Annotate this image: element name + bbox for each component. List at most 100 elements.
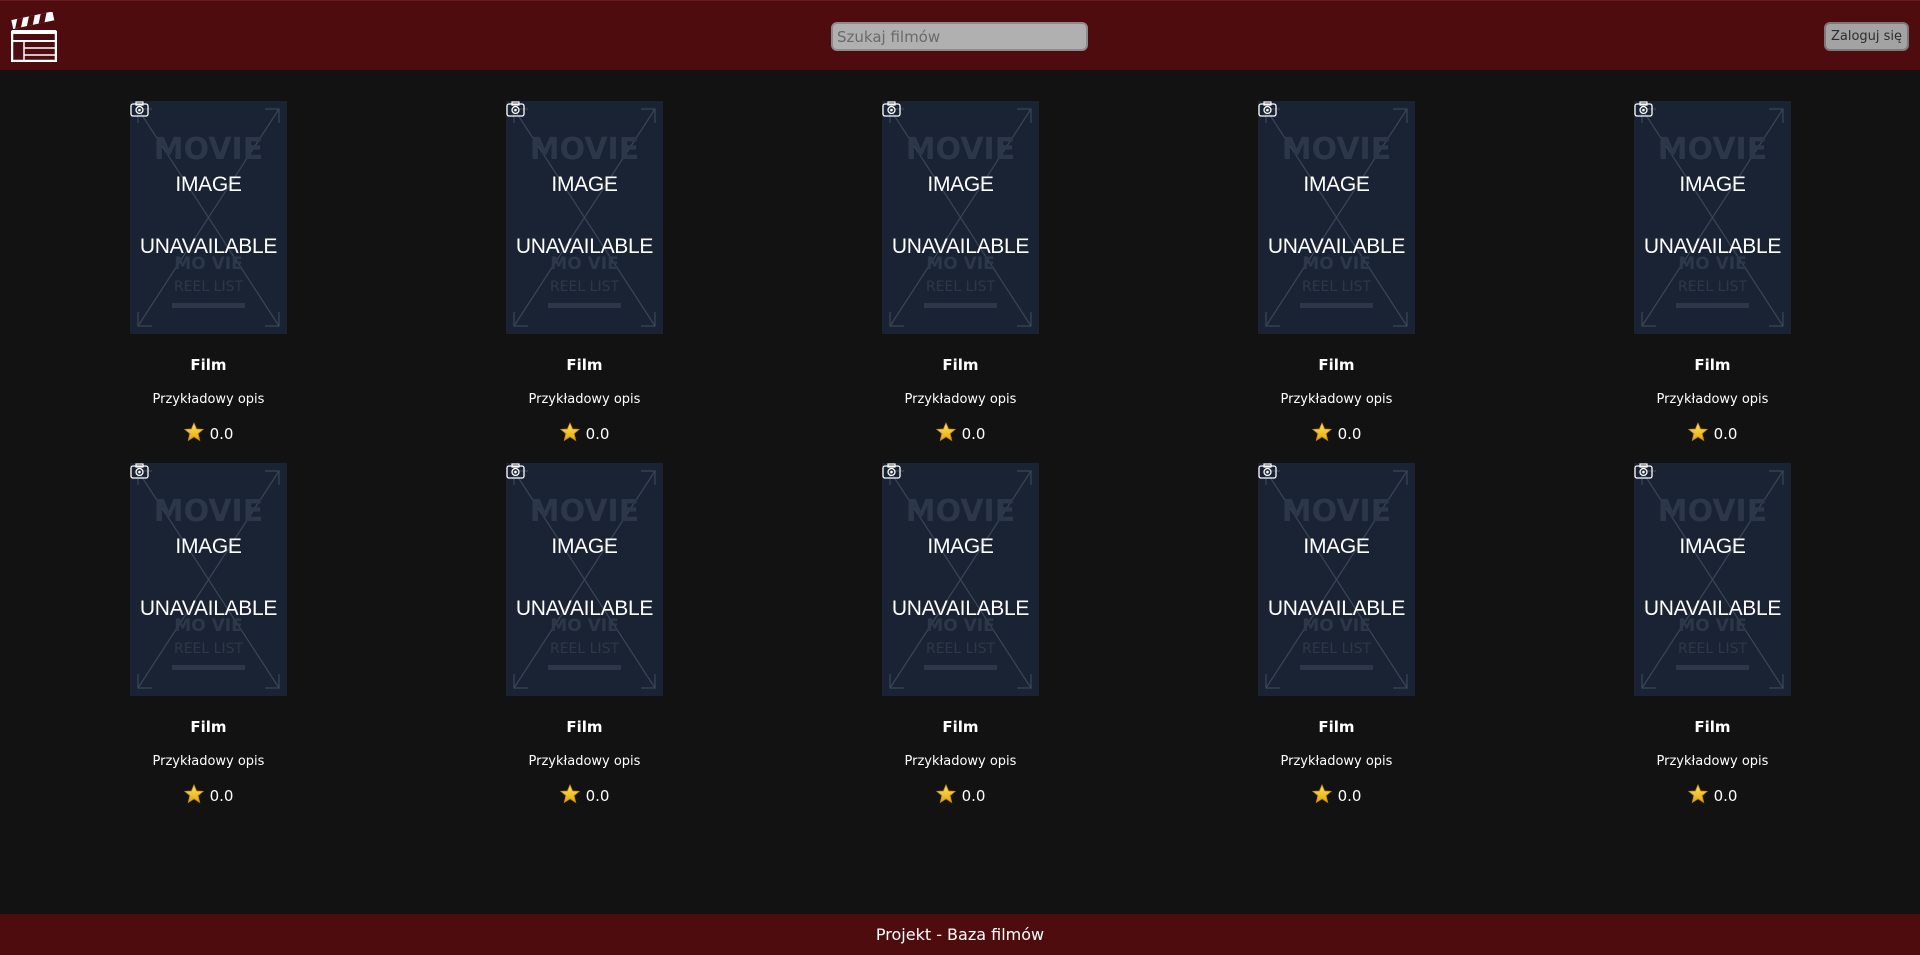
poster-text-line-1: IMAGE [1679,535,1746,558]
svg-text:MOVIE: MOVIE [530,494,639,529]
movie-title[interactable]: Film [456,356,713,374]
movie-rating: 0.0 [1208,784,1465,805]
movie-rating: 0.0 [456,422,713,443]
movie-rating: 0.0 [1208,422,1465,443]
movie-description: Przykładowy opis [1280,754,1393,769]
svg-text:MOVIE: MOVIE [1282,494,1391,529]
camera-icon [1634,463,1653,479]
poster-text-line-2: UNAVAILABLE [1643,597,1782,620]
star-icon [183,422,204,442]
star-icon [935,784,956,804]
clapperboard-icon[interactable] [11,12,57,62]
movie-title[interactable]: Film [80,718,337,736]
poster-text-line-2: UNAVAILABLE [515,597,654,620]
svg-text:MOVIE: MOVIE [530,132,639,167]
movie-poster[interactable]: MOVIE MO VIE REEL LIST IMAGE UNAVAILABLE [506,463,663,696]
movie-card[interactable]: MOVIE MO VIE REEL LIST IMAGE UNAVAILABLE… [1584,101,1844,451]
movie-title[interactable]: Film [1208,718,1465,736]
svg-text:REEL LIST: REEL LIST [926,279,995,295]
rating-value: 0.0 [961,787,986,805]
top-bar: Zaloguj się [0,0,1920,70]
star-icon [1687,784,1708,804]
rating-value: 0.0 [209,425,234,443]
movie-card[interactable]: MOVIE MO VIE REEL LIST IMAGE UNAVAILABLE… [832,101,1092,451]
camera-icon [1258,463,1277,479]
movie-card[interactable]: MOVIE MO VIE REEL LIST IMAGE UNAVAILABLE… [1208,101,1468,451]
movie-card[interactable]: MOVIE MO VIE REEL LIST IMAGE UNAVAILABLE… [456,101,716,451]
movie-title[interactable]: Film [1584,718,1841,736]
svg-text:MOVIE: MOVIE [154,494,263,529]
poster-text-line-2: UNAVAILABLE [891,597,1030,620]
svg-text:MOVIE: MOVIE [906,132,1015,167]
movie-poster[interactable]: MOVIE MO VIE REEL LIST IMAGE UNAVAILABLE [130,101,287,334]
svg-text:REEL LIST: REEL LIST [550,279,619,295]
movie-title[interactable]: Film [1584,356,1841,374]
movie-title[interactable]: Film [832,718,1089,736]
movie-title[interactable]: Film [80,356,337,374]
movie-poster[interactable]: MOVIE MO VIE REEL LIST IMAGE UNAVAILABLE [506,101,663,334]
poster-text-line-2: UNAVAILABLE [1267,235,1406,258]
poster-placeholder-art: MOVIE MO VIE REEL LIST [137,470,280,689]
camera-icon [506,101,525,117]
movie-rating: 0.0 [80,784,337,805]
search-input[interactable] [831,22,1088,51]
movie-poster[interactable]: MOVIE MO VIE REEL LIST IMAGE UNAVAILABLE [1634,463,1791,696]
movie-rating: 0.0 [80,422,337,443]
poster-text-line-1: IMAGE [1303,535,1370,558]
movie-card[interactable]: MOVIE MO VIE REEL LIST IMAGE UNAVAILABLE… [80,101,340,451]
rating-value: 0.0 [1713,425,1738,443]
movie-title[interactable]: Film [1208,356,1465,374]
svg-text:REEL LIST: REEL LIST [550,641,619,657]
movie-card[interactable]: MOVIE MO VIE REEL LIST IMAGE UNAVAILABLE… [832,463,1092,813]
star-icon [559,422,580,442]
poster-text-line-2: UNAVAILABLE [139,597,278,620]
poster-text-line-1: IMAGE [551,173,618,196]
movie-grid: MOVIE MO VIE REEL LIST IMAGE UNAVAILABLE… [0,101,1920,821]
rating-value: 0.0 [1713,787,1738,805]
poster-text-line-1: IMAGE [175,535,242,558]
movie-card[interactable]: MOVIE MO VIE REEL LIST IMAGE UNAVAILABLE… [456,463,716,813]
movie-poster[interactable]: MOVIE MO VIE REEL LIST IMAGE UNAVAILABLE [1634,101,1791,334]
svg-text:MOVIE: MOVIE [1658,132,1767,167]
movie-description: Przykładowy opis [1656,392,1769,407]
movie-card[interactable]: MOVIE MO VIE REEL LIST IMAGE UNAVAILABLE… [80,463,340,813]
movie-description: Przykładowy opis [904,754,1017,769]
movie-card[interactable]: MOVIE MO VIE REEL LIST IMAGE UNAVAILABLE… [1584,463,1844,813]
svg-text:REEL LIST: REEL LIST [926,641,995,657]
svg-text:REEL LIST: REEL LIST [174,279,243,295]
camera-icon [130,101,149,117]
movie-description: Przykładowy opis [528,754,641,769]
camera-icon [1258,101,1277,117]
poster-text-line-2: UNAVAILABLE [515,235,654,258]
poster-text-line-1: IMAGE [927,173,994,196]
movie-poster[interactable]: MOVIE MO VIE REEL LIST IMAGE UNAVAILABLE [882,463,1039,696]
star-icon [1311,784,1332,804]
movie-title[interactable]: Film [832,356,1089,374]
star-icon [559,784,580,804]
svg-text:MOVIE: MOVIE [154,132,263,167]
svg-text:REEL LIST: REEL LIST [1678,279,1747,295]
poster-placeholder-art: MOVIE MO VIE REEL LIST [513,470,656,689]
svg-text:REEL LIST: REEL LIST [1302,279,1371,295]
movie-poster[interactable]: MOVIE MO VIE REEL LIST IMAGE UNAVAILABLE [130,463,287,696]
movie-description: Przykładowy opis [1656,754,1769,769]
star-icon [1311,422,1332,442]
movie-rating: 0.0 [1584,784,1841,805]
movie-card[interactable]: MOVIE MO VIE REEL LIST IMAGE UNAVAILABLE… [1208,463,1468,813]
rating-value: 0.0 [585,787,610,805]
star-icon [183,784,204,804]
poster-text-line-1: IMAGE [1679,173,1746,196]
camera-icon [506,463,525,479]
camera-icon [882,101,901,117]
poster-placeholder-art: MOVIE MO VIE REEL LIST [1641,108,1784,327]
movie-title[interactable]: Film [456,718,713,736]
movie-poster[interactable]: MOVIE MO VIE REEL LIST IMAGE UNAVAILABLE [882,101,1039,334]
movie-poster[interactable]: MOVIE MO VIE REEL LIST IMAGE UNAVAILABLE [1258,463,1415,696]
movie-description: Przykładowy opis [904,392,1017,407]
poster-placeholder-art: MOVIE MO VIE REEL LIST [1641,470,1784,689]
movie-poster[interactable]: MOVIE MO VIE REEL LIST IMAGE UNAVAILABLE [1258,101,1415,334]
rating-value: 0.0 [585,425,610,443]
poster-placeholder-art: MOVIE MO VIE REEL LIST [513,108,656,327]
poster-text-line-2: UNAVAILABLE [139,235,278,258]
login-button[interactable]: Zaloguj się [1824,22,1909,51]
